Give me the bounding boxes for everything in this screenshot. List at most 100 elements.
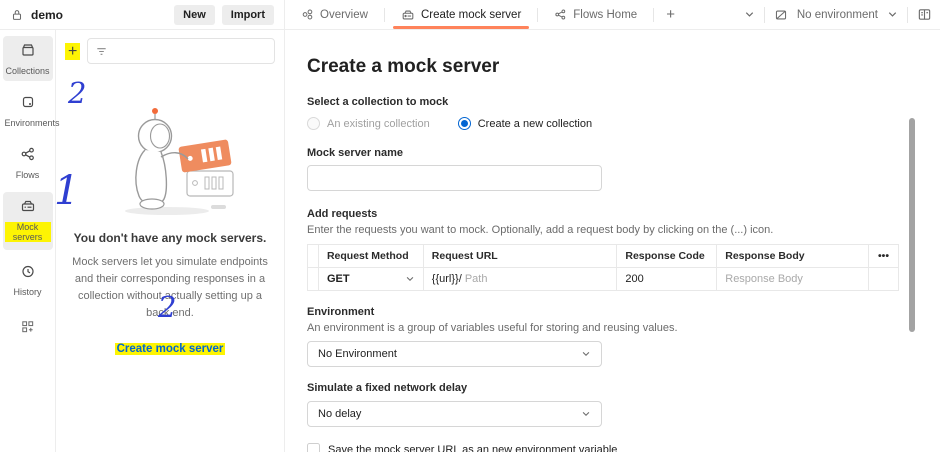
sidebar-item-history[interactable]: History (3, 257, 53, 302)
chevron-down-icon (581, 349, 591, 359)
sidebar-item-collections[interactable]: Collections (3, 36, 53, 81)
header-right-controls: No environment (744, 7, 932, 23)
environment-select-value: No Environment (318, 348, 397, 360)
tabs: Overview Create mock server Flows Home (285, 0, 687, 29)
tab-overview[interactable]: Overview (285, 0, 384, 29)
flows-icon (554, 8, 567, 21)
row-handle[interactable] (308, 268, 319, 291)
create-mock-server-link[interactable]: Create mock server (115, 343, 226, 355)
sidebar-item-mock-servers[interactable]: Mock servers (3, 192, 53, 250)
flows-icon (20, 146, 36, 162)
chevron-down-icon[interactable] (744, 9, 755, 20)
sidebar-item-label: Environments (5, 118, 51, 128)
panel-toolbar: + (56, 30, 284, 71)
radio-existing-collection[interactable]: An existing collection (307, 117, 430, 130)
save-url-checkbox[interactable] (307, 443, 320, 452)
response-code-header: Response Code (617, 245, 717, 268)
empty-state-illustration (95, 101, 245, 219)
filter-input[interactable] (87, 38, 275, 64)
request-method-header: Request Method (318, 245, 423, 268)
sidebar-item-label: Mock servers (5, 222, 51, 242)
sidebar-item-label: Flows (5, 170, 51, 180)
radio-icon (307, 117, 320, 130)
delay-select-value: No delay (318, 408, 361, 420)
request-url-header: Request URL (423, 245, 617, 268)
response-code-cell[interactable]: 200 (617, 268, 717, 291)
row-menu-cell[interactable] (868, 268, 898, 291)
import-button[interactable]: Import (222, 5, 274, 25)
empty-state-title: You don't have any mock servers. (56, 231, 284, 245)
mock-server-name-input[interactable] (307, 165, 602, 191)
response-body-cell[interactable]: Response Body (717, 268, 869, 291)
table-more-menu-icon[interactable]: ••• (868, 245, 898, 268)
top-bar: demo New Import Overview Create mock ser… (0, 0, 940, 30)
radio-new-collection[interactable]: Create a new collection (458, 117, 592, 130)
url-prefix: {{url}}/ (432, 273, 462, 285)
radio-label: An existing collection (327, 118, 430, 130)
collection-select-label: Select a collection to mock (307, 96, 940, 108)
save-url-checkbox-label: Save the mock server URL as an new envir… (328, 444, 617, 452)
collection-radio-group: An existing collection Create a new coll… (307, 117, 940, 130)
vertical-scrollbar[interactable] (909, 118, 915, 332)
divider (764, 7, 765, 23)
tab-flows-home[interactable]: Flows Home (538, 0, 653, 29)
app-window: demo New Import Overview Create mock ser… (0, 0, 940, 452)
environments-icon (20, 94, 36, 110)
history-icon (20, 263, 36, 279)
environment-quick-look-icon[interactable] (917, 7, 932, 22)
table-row: GET {{url}}/ Path 200 Response Body (308, 268, 899, 291)
add-tab-button[interactable]: + (654, 6, 687, 23)
empty-state-description: Mock servers let you simulate endpoints … (69, 254, 271, 322)
create-mock-server-form: Create a mock server Select a collection… (285, 30, 940, 452)
radio-icon-checked (458, 117, 471, 130)
sidebar-item-flows[interactable]: Flows (3, 140, 53, 185)
table-header-row: Request Method Request URL Response Code… (308, 245, 899, 268)
configure-workbench-button[interactable] (20, 319, 35, 339)
network-delay-select[interactable]: No delay (307, 401, 602, 427)
mock-servers-panel: + (56, 30, 285, 452)
requests-table: Request Method Request URL Response Code… (307, 244, 899, 291)
collections-icon (20, 42, 36, 58)
environment-selector[interactable]: No environment (797, 9, 878, 21)
lock-icon (10, 8, 24, 22)
page-title: Create a mock server (307, 56, 940, 78)
filter-icon (95, 45, 108, 58)
mock-servers-icon (20, 198, 36, 214)
save-url-checkbox-row: Save the mock server URL as an new envir… (307, 443, 940, 452)
tab-create-mock-server[interactable]: Create mock server (385, 0, 537, 29)
no-environment-icon (774, 8, 788, 22)
icon-sidebar: Collections Environments Flows Mock serv… (0, 30, 56, 452)
tab-label: Overview (320, 9, 368, 21)
sidebar-item-environments[interactable]: Environments (3, 88, 53, 133)
divider (907, 7, 908, 23)
environment-description: An environment is a group of variables u… (307, 322, 940, 334)
workspace-name[interactable]: demo (31, 8, 63, 22)
url-path-placeholder: Path (465, 273, 488, 285)
add-mock-server-button[interactable]: + (65, 43, 80, 60)
sidebar-item-label: History (5, 287, 51, 297)
workspace-section: demo New Import (0, 0, 285, 29)
chevron-down-icon[interactable] (887, 9, 898, 20)
request-url-cell[interactable]: {{url}}/ Path (423, 268, 617, 291)
response-body-header: Response Body (717, 245, 869, 268)
grid-plus-icon (20, 319, 35, 334)
create-link-wrap: Create mock server (56, 339, 284, 357)
network-delay-label: Simulate a fixed network delay (307, 382, 940, 394)
add-requests-description: Enter the requests you want to mock. Opt… (307, 224, 940, 236)
environment-label: Environment (307, 306, 940, 318)
environment-select[interactable]: No Environment (307, 341, 602, 367)
chevron-down-icon (405, 274, 415, 284)
mock-server-name-label: Mock server name (307, 147, 940, 159)
request-method-select[interactable]: GET (327, 273, 415, 285)
tab-label: Create mock server (421, 9, 521, 21)
method-value: GET (327, 273, 350, 285)
chevron-down-icon (581, 409, 591, 419)
tab-label: Flows Home (573, 9, 637, 21)
mock-server-icon (401, 8, 415, 22)
overview-icon (301, 8, 314, 21)
row-handle-header (308, 245, 319, 268)
new-button[interactable]: New (174, 5, 215, 25)
app-body: Collections Environments Flows Mock serv… (0, 30, 940, 452)
radio-label: Create a new collection (478, 118, 592, 130)
tab-bar: Overview Create mock server Flows Home (285, 0, 940, 29)
